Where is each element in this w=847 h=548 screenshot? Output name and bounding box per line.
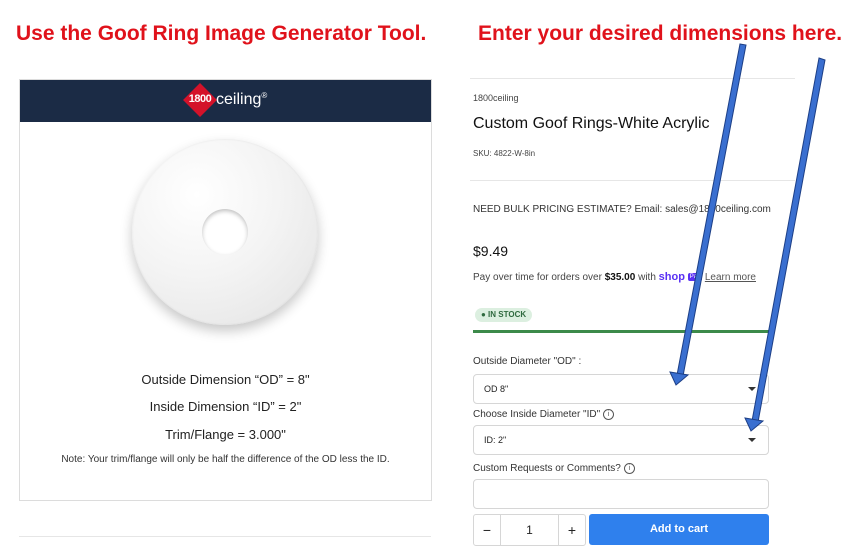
product-brand[interactable]: 1800ceiling [473, 93, 519, 103]
preview-note: Note: Your trim/flange will only be half… [61, 454, 390, 465]
id-select[interactable]: ID: 2" [473, 425, 769, 455]
inside-dimension-text: Inside Dimension “ID” = 2" [149, 399, 302, 414]
quantity-stepper: − 1 + [473, 514, 586, 546]
bulk-pricing-text: NEED BULK PRICING ESTIMATE? Email: sales… [473, 204, 771, 215]
chevron-down-icon [748, 387, 756, 391]
annotation-right: Enter your desired dimensions here. [478, 22, 843, 45]
chevron-down-icon [748, 438, 756, 442]
od-select[interactable]: OD 8" [473, 374, 769, 404]
trim-flange-text: Trim/Flange = 3.000" [165, 427, 286, 442]
id-select-value: ID: 2" [484, 435, 507, 445]
goof-ring-hole [202, 209, 248, 255]
increase-quantity-button[interactable]: + [558, 515, 585, 545]
installments-message: Pay over time for orders over $35.00 wit… [473, 271, 756, 283]
od-select-value: OD 8" [484, 384, 509, 394]
info-icon[interactable]: i [623, 463, 635, 474]
add-to-cart-button[interactable]: Add to cart [589, 514, 769, 545]
id-label: Choose Inside Diameter "ID" i [473, 409, 615, 420]
info-icon[interactable]: i [603, 409, 615, 420]
in-stock-badge: ● IN STOCK [475, 308, 533, 322]
preview-header: 1800 ceiling® [20, 80, 431, 122]
divider [470, 78, 795, 79]
divider [19, 536, 431, 537]
od-label: Outside Diameter "OD" : [473, 356, 582, 367]
logo-number: 1800 [188, 93, 212, 105]
outside-dimension-text: Outside Dimension “OD” = 8" [141, 372, 310, 387]
product-price: $9.49 [473, 243, 509, 259]
comments-input[interactable] [473, 479, 769, 509]
product-sku: SKU: 4822-W-8in [473, 149, 536, 158]
stock-level-bar [473, 330, 769, 333]
logo-word: ceiling® [216, 91, 268, 108]
shop-pay-badge: Pay [687, 273, 703, 282]
divider [470, 180, 795, 181]
image-preview-card: 1800 ceiling® Outside Dimension “OD” = 8… [19, 79, 432, 501]
goof-ring-image [132, 139, 318, 325]
comments-label: Custom Requests or Comments? i [473, 463, 635, 474]
learn-more-link[interactable]: Learn more [705, 272, 756, 283]
quantity-input[interactable]: 1 [500, 515, 559, 545]
annotation-left: Use the Goof Ring Image Generator Tool. [16, 22, 427, 45]
product-title: Custom Goof Rings-White Acrylic [473, 115, 710, 132]
shop-pay-logo: shop [658, 271, 685, 283]
decrease-quantity-button[interactable]: − [474, 515, 501, 545]
brand-logo: 1800 ceiling® [183, 83, 276, 117]
